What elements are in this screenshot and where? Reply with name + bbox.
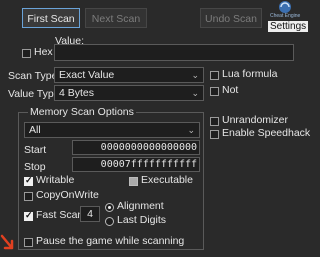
executable-label: Executable bbox=[141, 174, 193, 186]
hex-label: Hex bbox=[34, 46, 53, 58]
settings-link[interactable]: Settings bbox=[268, 21, 309, 32]
memory-region-value: All bbox=[29, 124, 41, 136]
alignment-label: Alignment bbox=[117, 200, 164, 212]
logo-text: Cheat Engine bbox=[270, 13, 301, 19]
fast-scan-label: Fast Scan bbox=[36, 209, 84, 221]
memory-scan-options-title: Memory Scan Options bbox=[28, 106, 136, 118]
value-type-value: 4 Bytes bbox=[59, 87, 95, 99]
speedhack-label: Enable Speedhack bbox=[222, 127, 311, 139]
pause-game-label: Pause the game while scanning bbox=[36, 235, 185, 247]
chevron-down-icon: ⌄ bbox=[187, 125, 195, 135]
value-input[interactable] bbox=[54, 44, 294, 61]
not-checkbox[interactable] bbox=[210, 87, 219, 96]
add-address-arrow-icon[interactable] bbox=[0, 232, 16, 254]
next-scan-button[interactable]: Next Scan bbox=[85, 8, 147, 28]
last-digits-label: Last Digits bbox=[117, 214, 167, 226]
value-type-select[interactable]: 4 Bytes ⌄ bbox=[54, 85, 204, 101]
scan-type-value: Exact Value bbox=[59, 69, 115, 81]
speedhack-checkbox[interactable] bbox=[210, 130, 219, 139]
fast-scan-checkbox[interactable] bbox=[24, 210, 33, 221]
undo-scan-button[interactable]: Undo Scan bbox=[200, 8, 262, 28]
first-scan-button[interactable]: First Scan bbox=[22, 8, 80, 28]
copy-on-write-label: CopyOnWrite bbox=[36, 189, 99, 201]
cheat-engine-logo: Cheat Engine bbox=[270, 0, 300, 22]
fast-scan-input[interactable]: 4 bbox=[80, 206, 100, 222]
value-type-label: Value Type bbox=[8, 88, 60, 100]
unrandomizer-checkbox[interactable] bbox=[210, 117, 219, 126]
pause-game-checkbox[interactable] bbox=[24, 238, 33, 247]
stop-address-input[interactable]: 00007fffffffffff bbox=[72, 157, 200, 172]
writable-label: Writable bbox=[36, 174, 75, 186]
lua-formula-label: Lua formula bbox=[222, 68, 278, 80]
start-address-input[interactable]: 0000000000000000 bbox=[72, 140, 200, 155]
scan-type-select[interactable]: Exact Value ⌄ bbox=[54, 67, 204, 83]
last-digits-radio[interactable] bbox=[105, 217, 114, 226]
alignment-radio[interactable] bbox=[105, 203, 114, 212]
chevron-down-icon: ⌄ bbox=[191, 70, 199, 80]
stop-label: Stop bbox=[24, 161, 46, 173]
start-label: Start bbox=[24, 144, 47, 156]
unrandomizer-label: Unrandomizer bbox=[222, 114, 288, 126]
scan-type-label: Scan Type bbox=[8, 70, 58, 82]
not-label: Not bbox=[222, 84, 239, 96]
executable-checkbox[interactable] bbox=[129, 177, 138, 186]
lua-formula-checkbox[interactable] bbox=[210, 71, 219, 80]
memory-region-select[interactable]: All ⌄ bbox=[24, 122, 200, 138]
writable-checkbox[interactable] bbox=[24, 175, 33, 186]
copy-on-write-checkbox[interactable] bbox=[24, 192, 33, 201]
chevron-down-icon: ⌄ bbox=[191, 88, 199, 98]
hex-checkbox[interactable] bbox=[22, 49, 31, 58]
